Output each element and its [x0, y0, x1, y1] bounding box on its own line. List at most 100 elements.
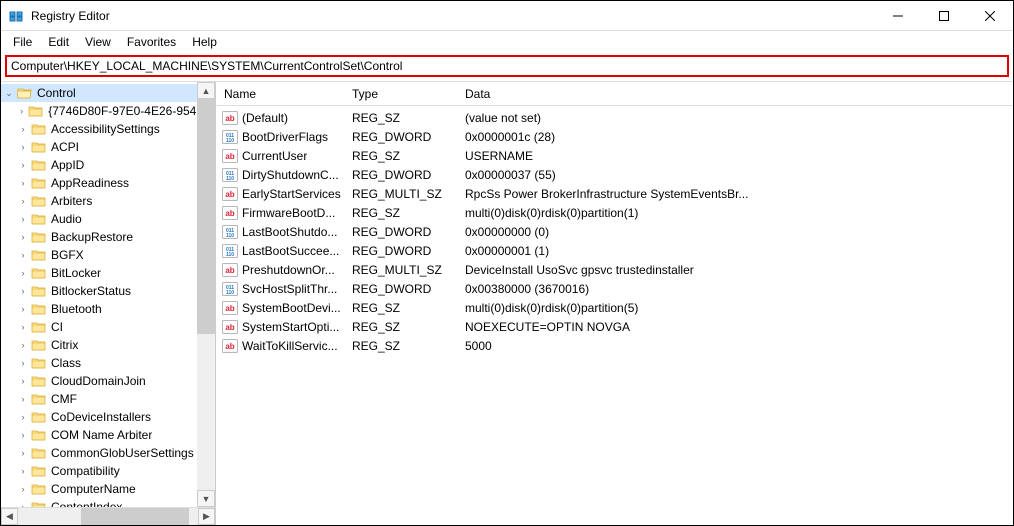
tree-item[interactable]: ›COM Name Arbiter — [1, 426, 197, 444]
list-pane: Name Type Data (Default)REG_SZ(value not… — [216, 82, 1013, 525]
registry-value-row[interactable]: PreshutdownOr...REG_MULTI_SZDeviceInstal… — [216, 260, 1013, 279]
expand-icon[interactable]: › — [17, 213, 29, 225]
menu-edit[interactable]: Edit — [40, 33, 77, 51]
menu-favorites[interactable]: Favorites — [119, 33, 184, 51]
registry-value-row[interactable]: EarlyStartServicesREG_MULTI_SZRpcSs Powe… — [216, 184, 1013, 203]
expand-icon[interactable]: › — [17, 339, 29, 351]
scroll-thumb[interactable] — [81, 508, 189, 525]
expand-icon[interactable]: › — [17, 447, 29, 459]
address-bar[interactable] — [5, 55, 1009, 77]
tree-item[interactable]: ›CMF — [1, 390, 197, 408]
tree-item[interactable]: ⌄Control — [1, 84, 197, 102]
value-name: PreshutdownOr... — [242, 263, 335, 277]
address-input[interactable] — [11, 59, 1003, 73]
expand-collapse-icon[interactable]: ⌄ — [3, 87, 15, 99]
tree-vertical-scrollbar[interactable]: ▲ ▼ — [197, 82, 215, 507]
tree-item[interactable]: ›ComputerName — [1, 480, 197, 498]
scroll-right-icon[interactable]: ▶ — [198, 508, 215, 525]
expand-icon[interactable]: › — [17, 465, 29, 477]
registry-value-row[interactable]: DirtyShutdownC...REG_DWORD0x00000037 (55… — [216, 165, 1013, 184]
tree-item-label: AppReadiness — [51, 176, 129, 190]
value-name: WaitToKillServic... — [242, 339, 338, 353]
tree-item[interactable]: ›CloudDomainJoin — [1, 372, 197, 390]
registry-value-row[interactable]: SystemBootDevi...REG_SZmulti(0)disk(0)rd… — [216, 298, 1013, 317]
scroll-down-icon[interactable]: ▼ — [197, 490, 215, 507]
registry-value-row[interactable]: (Default)REG_SZ(value not set) — [216, 108, 1013, 127]
tree-item[interactable]: ›ACPI — [1, 138, 197, 156]
expand-icon[interactable]: › — [17, 195, 29, 207]
tree-item[interactable]: ›Audio — [1, 210, 197, 228]
expand-icon[interactable]: › — [17, 303, 29, 315]
tree-horizontal-scrollbar[interactable]: ◀ ▶ — [1, 507, 215, 525]
expand-icon[interactable]: › — [17, 393, 29, 405]
scroll-track[interactable] — [18, 508, 198, 525]
registry-value-row[interactable]: SvcHostSplitThr...REG_DWORD0x00380000 (3… — [216, 279, 1013, 298]
expand-icon[interactable]: › — [17, 141, 29, 153]
scroll-track[interactable] — [197, 99, 215, 490]
tree-item-label: ContentIndex — [51, 500, 122, 507]
column-header-name[interactable]: Name — [216, 87, 344, 101]
expand-icon[interactable]: › — [17, 483, 29, 495]
minimize-button[interactable] — [875, 1, 921, 31]
expand-icon[interactable]: › — [17, 267, 29, 279]
registry-value-row[interactable]: SystemStartOpti...REG_SZ NOEXECUTE=OPTIN… — [216, 317, 1013, 336]
tree-item[interactable]: ›Bluetooth — [1, 300, 197, 318]
value-data: 0x00000001 (1) — [457, 244, 1013, 258]
string-value-icon — [222, 187, 238, 201]
tree-item[interactable]: › AppID — [1, 156, 197, 174]
registry-value-row[interactable]: LastBootShutdo...REG_DWORD0x00000000 (0) — [216, 222, 1013, 241]
value-data: (value not set) — [457, 111, 1013, 125]
folder-icon — [31, 302, 47, 316]
expand-icon[interactable]: › — [17, 357, 29, 369]
expand-icon[interactable]: › — [17, 105, 26, 117]
close-button[interactable] — [967, 1, 1013, 31]
tree-item[interactable]: ›ContentIndex — [1, 498, 197, 507]
tree-item[interactable]: ›Compatibility — [1, 462, 197, 480]
expand-icon[interactable]: › — [17, 375, 29, 387]
value-list[interactable]: (Default)REG_SZ(value not set)BootDriver… — [216, 106, 1013, 525]
tree-item[interactable]: ›AccessibilitySettings — [1, 120, 197, 138]
tree-item[interactable]: ›CommonGlobUserSettings — [1, 444, 197, 462]
tree-item[interactable]: ›CI — [1, 318, 197, 336]
scroll-up-icon[interactable]: ▲ — [197, 82, 215, 99]
registry-tree[interactable]: ⌄Control›{7746D80F-97E0-4E26-9543-26B41›… — [1, 82, 197, 507]
value-type: REG_MULTI_SZ — [344, 263, 457, 277]
expand-icon[interactable]: › — [17, 249, 29, 261]
registry-value-row[interactable]: FirmwareBootD...REG_SZmulti(0)disk(0)rdi… — [216, 203, 1013, 222]
tree-item[interactable]: ›Arbiters — [1, 192, 197, 210]
expand-icon[interactable]: › — [17, 429, 29, 441]
folder-icon — [31, 140, 47, 154]
column-header-type[interactable]: Type — [344, 87, 457, 101]
menu-view[interactable]: View — [77, 33, 119, 51]
expand-icon[interactable]: › — [17, 411, 29, 423]
scroll-thumb[interactable] — [197, 99, 215, 334]
column-header-data[interactable]: Data — [457, 87, 1013, 101]
menu-file-label: File — [13, 35, 32, 49]
tree-item[interactable]: ›BitlockerStatus — [1, 282, 197, 300]
tree-item[interactable]: ›{7746D80F-97E0-4E26-9543-26B41 — [1, 102, 197, 120]
maximize-button[interactable] — [921, 1, 967, 31]
tree-item[interactable]: › AppReadiness — [1, 174, 197, 192]
regedit-app-icon — [9, 8, 25, 24]
tree-item[interactable]: ›BGFX — [1, 246, 197, 264]
tree-item[interactable]: ›Citrix — [1, 336, 197, 354]
menu-help[interactable]: Help — [184, 33, 225, 51]
expand-icon[interactable]: › — [17, 285, 29, 297]
expand-icon[interactable]: › — [17, 123, 29, 135]
registry-value-row[interactable]: LastBootSuccee...REG_DWORD0x00000001 (1) — [216, 241, 1013, 260]
menu-file[interactable]: File — [5, 33, 40, 51]
expand-icon[interactable]: › — [17, 321, 29, 333]
expand-icon[interactable]: › — [17, 177, 29, 189]
registry-value-row[interactable]: WaitToKillServic...REG_SZ5000 — [216, 336, 1013, 355]
expand-icon[interactable]: › — [17, 231, 29, 243]
expand-icon[interactable]: › — [17, 159, 29, 171]
tree-item[interactable]: ›BackupRestore — [1, 228, 197, 246]
registry-value-row[interactable]: CurrentUserREG_SZUSERNAME — [216, 146, 1013, 165]
tree-item[interactable]: ›BitLocker — [1, 264, 197, 282]
tree-item[interactable]: ›CoDeviceInstallers — [1, 408, 197, 426]
registry-value-row[interactable]: BootDriverFlagsREG_DWORD0x0000001c (28) — [216, 127, 1013, 146]
tree-item-label: AppID — [51, 158, 84, 172]
tree-item[interactable]: ›Class — [1, 354, 197, 372]
scroll-left-icon[interactable]: ◀ — [1, 508, 18, 525]
value-name: BootDriverFlags — [242, 130, 328, 144]
